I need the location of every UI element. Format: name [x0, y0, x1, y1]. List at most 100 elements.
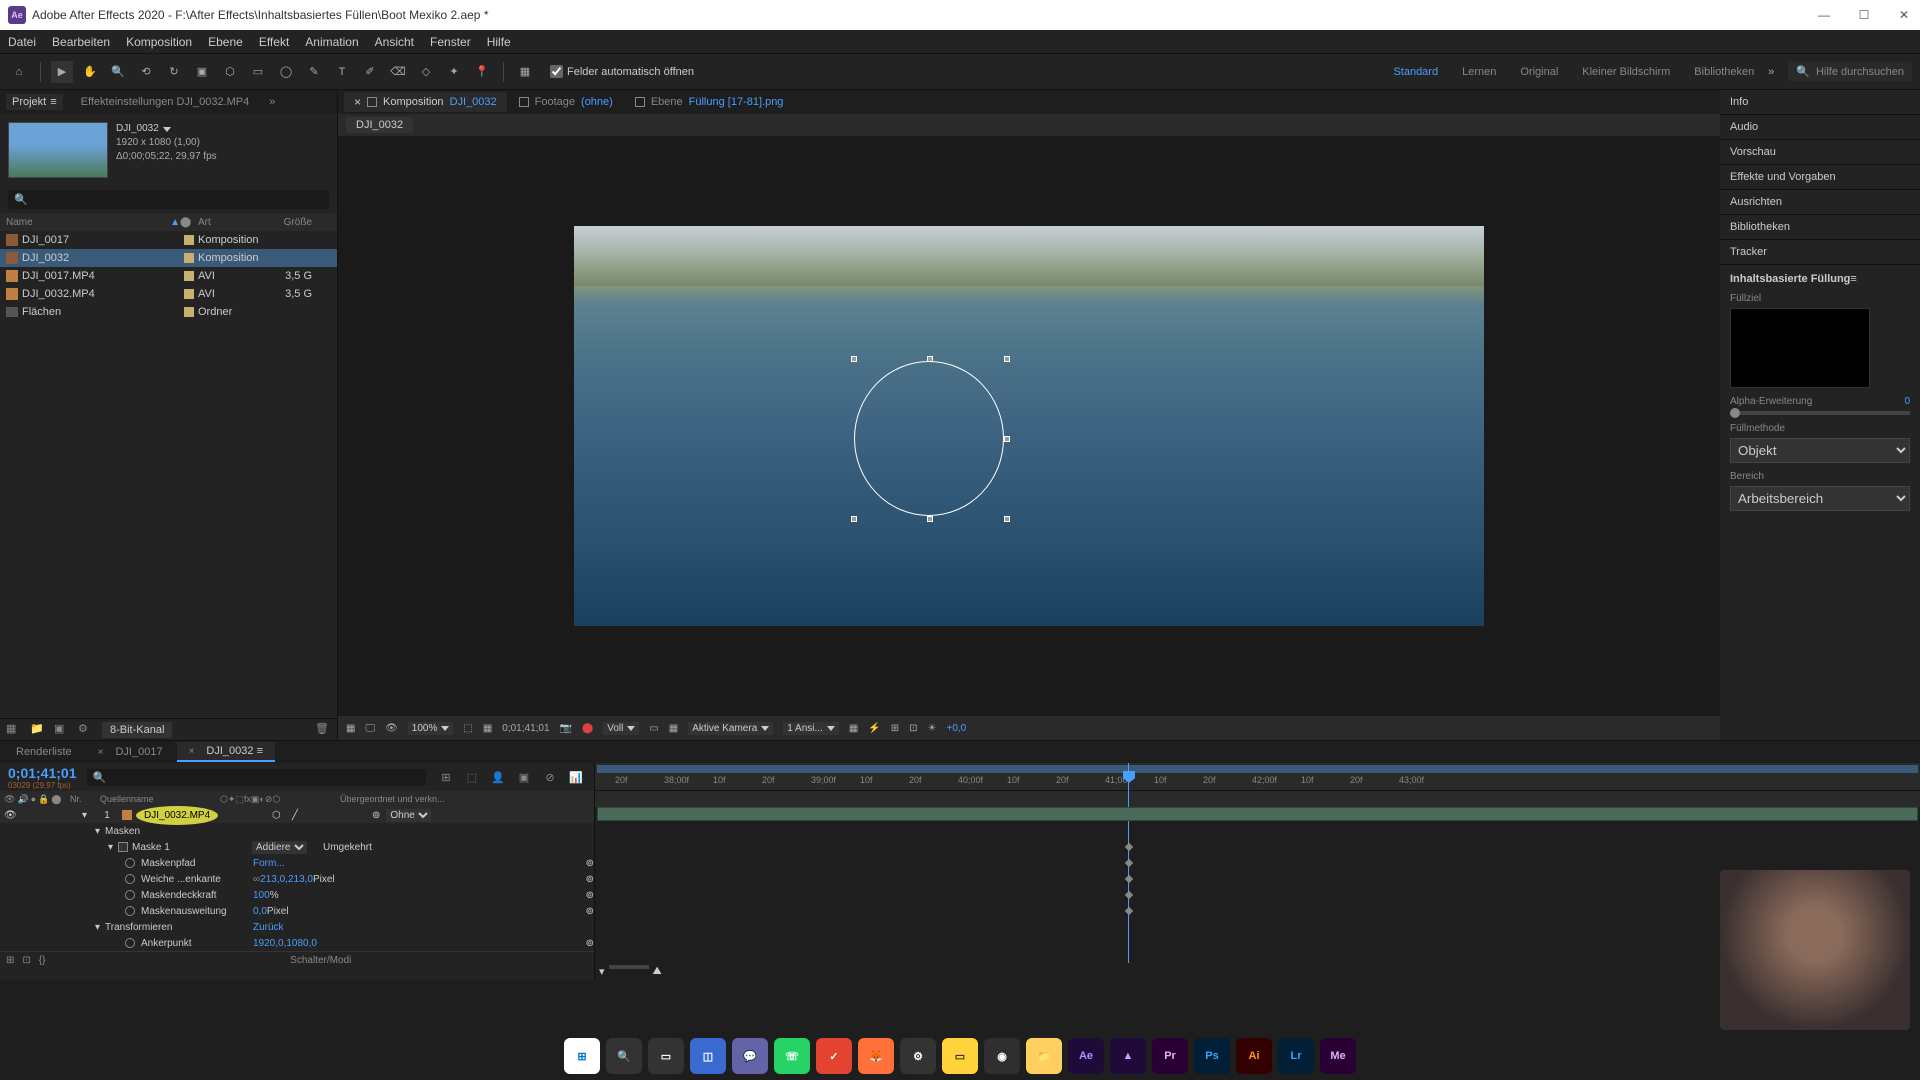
fast-preview-icon[interactable]: ⚡: [868, 723, 880, 734]
roto-tool[interactable]: ✦: [443, 61, 465, 83]
ellipse-tool[interactable]: ◯: [275, 61, 297, 83]
pixel-aspect-icon[interactable]: ▦: [849, 723, 858, 734]
layer-twirl[interactable]: ▾: [82, 810, 92, 821]
snapshot-icon[interactable]: 📷: [560, 723, 572, 734]
mask-property-row[interactable]: MaskenpfadForm...⊚: [0, 855, 594, 871]
menu-ansicht[interactable]: Ansicht: [375, 35, 414, 49]
transform-group-row[interactable]: ▾ Transformieren Zurück: [0, 919, 594, 935]
workspace-bibliotheken[interactable]: Bibliotheken: [1694, 66, 1754, 78]
project-item[interactable]: DJI_0017Komposition: [0, 231, 337, 249]
taskbar-todoist[interactable]: ✓: [816, 1038, 852, 1074]
zoom-slider-icon[interactable]: ⛰: [653, 965, 662, 978]
taskbar-ai[interactable]: Ai: [1236, 1038, 1272, 1074]
alpha-value[interactable]: 0: [1904, 396, 1910, 407]
mask-row[interactable]: ▾ Maske 1 Addiere Umgekehrt: [0, 839, 594, 855]
workspace-standard[interactable]: Standard: [1393, 66, 1438, 78]
viewer-timecode[interactable]: 0;01;41;01: [502, 723, 549, 734]
panel-audio[interactable]: Audio: [1720, 115, 1920, 140]
col-name-header[interactable]: Name: [6, 217, 33, 228]
viewer-tab[interactable]: Ebene Füllung [17-81].png: [625, 93, 794, 111]
zoom-dropdown[interactable]: 100%: [408, 722, 454, 735]
keyframe[interactable]: [1125, 907, 1133, 915]
home-tool[interactable]: ⌂: [8, 61, 30, 83]
taskbar-widgets[interactable]: ◫: [690, 1038, 726, 1074]
3d-icon[interactable]: ▦: [669, 723, 678, 734]
zoom-tool[interactable]: 🔍: [107, 61, 129, 83]
channel-icon[interactable]: ⬤: [582, 723, 593, 734]
type-tool[interactable]: T: [331, 61, 353, 83]
expression-pickwhip-icon[interactable]: ⊚: [586, 938, 594, 949]
minimize-button[interactable]: —: [1816, 7, 1832, 23]
layer-clip[interactable]: [597, 807, 1918, 821]
method-dropdown[interactable]: Objekt: [1730, 438, 1910, 463]
mask-property-row[interactable]: Weiche ...enkante∞ 213,0,213,0 Pixel⊚: [0, 871, 594, 887]
toggle-modes-icon[interactable]: ⊡: [22, 955, 30, 966]
auto-open-checkbox[interactable]: Felder automatisch öffnen: [550, 65, 694, 78]
expression-pickwhip-icon[interactable]: ⊚: [586, 858, 594, 869]
stopwatch-icon[interactable]: [125, 906, 135, 916]
zoom-out-icon[interactable]: ▾: [599, 965, 605, 978]
transparency-icon[interactable]: ▦: [483, 723, 492, 734]
puppet-tool[interactable]: 📍: [471, 61, 493, 83]
grid-icon[interactable]: ▦: [346, 723, 355, 734]
clone-tool[interactable]: ⌫: [387, 61, 409, 83]
menu-effekt[interactable]: Effekt: [259, 35, 289, 49]
keyframe[interactable]: [1125, 843, 1133, 851]
mask-handle[interactable]: [851, 516, 857, 522]
timeline-timecode[interactable]: 0;01;41;01: [8, 765, 77, 781]
hand-tool[interactable]: ✋: [79, 61, 101, 83]
composition-viewer[interactable]: [338, 136, 1720, 716]
stopwatch-icon[interactable]: [125, 858, 135, 868]
shape-tool[interactable]: ▭: [247, 61, 269, 83]
mask-invert-label[interactable]: Umgekehrt: [323, 842, 372, 853]
viewer-tab[interactable]: × Komposition DJI_0032: [344, 92, 507, 112]
rotate-tool[interactable]: ↻: [163, 61, 185, 83]
menu-fenster[interactable]: Fenster: [430, 35, 471, 49]
bit-depth[interactable]: 8-Bit-Kanal: [102, 722, 172, 738]
taskbar-app1[interactable]: ⚙: [900, 1038, 936, 1074]
project-item[interactable]: FlächenOrdner: [0, 303, 337, 321]
taskbar-pr[interactable]: Pr: [1152, 1038, 1188, 1074]
project-tab[interactable]: Projekt ≡: [6, 94, 63, 110]
menu-datei[interactable]: Datei: [8, 35, 36, 49]
menu-animation[interactable]: Animation: [305, 35, 358, 49]
viewer-tab[interactable]: Footage (ohne): [509, 93, 623, 111]
toggle-switches-icon[interactable]: ⊞: [6, 955, 14, 966]
mask-handle[interactable]: [927, 516, 933, 522]
panel-effekte-und-vorgaben[interactable]: Effekte und Vorgaben: [1720, 165, 1920, 190]
taskbar-whatsapp[interactable]: ☏: [774, 1038, 810, 1074]
workspace-kleiner bildschirm[interactable]: Kleiner Bildschirm: [1582, 66, 1670, 78]
anchor-row[interactable]: Ankerpunkt 1920,0,1080,0 ⊚: [0, 935, 594, 951]
toggle-shy-icon[interactable]: {}: [39, 955, 46, 966]
layer-row[interactable]: 👁 ▾ 1 DJI_0032.MP4 ⬡ ╱ ⊚Ohne: [0, 807, 594, 823]
comp-breadcrumb[interactable]: DJI_0032: [346, 117, 413, 133]
effects-tab[interactable]: Effekteinstellungen DJI_0032.MP4: [71, 94, 256, 110]
timeline-search[interactable]: 🔍: [87, 769, 427, 786]
stopwatch-icon[interactable]: [125, 938, 135, 948]
project-item[interactable]: DJI_0032.MP4AVI3,5 G: [0, 285, 337, 303]
parent-dropdown[interactable]: Ohne: [386, 809, 431, 822]
taskbar-teams[interactable]: 💬: [732, 1038, 768, 1074]
taskbar-ae[interactable]: Ae: [1068, 1038, 1104, 1074]
resolution-dropdown[interactable]: Voll: [603, 722, 639, 735]
motion-blur-icon[interactable]: ⊘: [540, 767, 560, 787]
exposure-value[interactable]: +0,0: [947, 723, 967, 734]
roi-icon[interactable]: ⬚: [463, 723, 472, 734]
workarea-bar[interactable]: [597, 765, 1918, 773]
mask-handle[interactable]: [1004, 436, 1010, 442]
maximize-button[interactable]: ☐: [1856, 7, 1872, 23]
taskbar-task-view[interactable]: ▭: [648, 1038, 684, 1074]
selection-tool[interactable]: ▶: [51, 61, 73, 83]
mask-handle[interactable]: [851, 356, 857, 362]
panel-info[interactable]: Info: [1720, 90, 1920, 115]
more-tabs[interactable]: »: [263, 94, 281, 110]
keyframe[interactable]: [1125, 875, 1133, 883]
panel-ausrichten[interactable]: Ausrichten: [1720, 190, 1920, 215]
expression-pickwhip-icon[interactable]: ⊚: [586, 906, 594, 917]
timeline-tab[interactable]: × DJI_0017: [86, 743, 175, 761]
taskbar-explorer[interactable]: 📁: [1026, 1038, 1062, 1074]
mask-shape[interactable]: [854, 361, 1004, 516]
col-type-header[interactable]: Art: [198, 217, 268, 228]
eraser-tool[interactable]: ◇: [415, 61, 437, 83]
panel-tracker[interactable]: Tracker: [1720, 240, 1920, 265]
